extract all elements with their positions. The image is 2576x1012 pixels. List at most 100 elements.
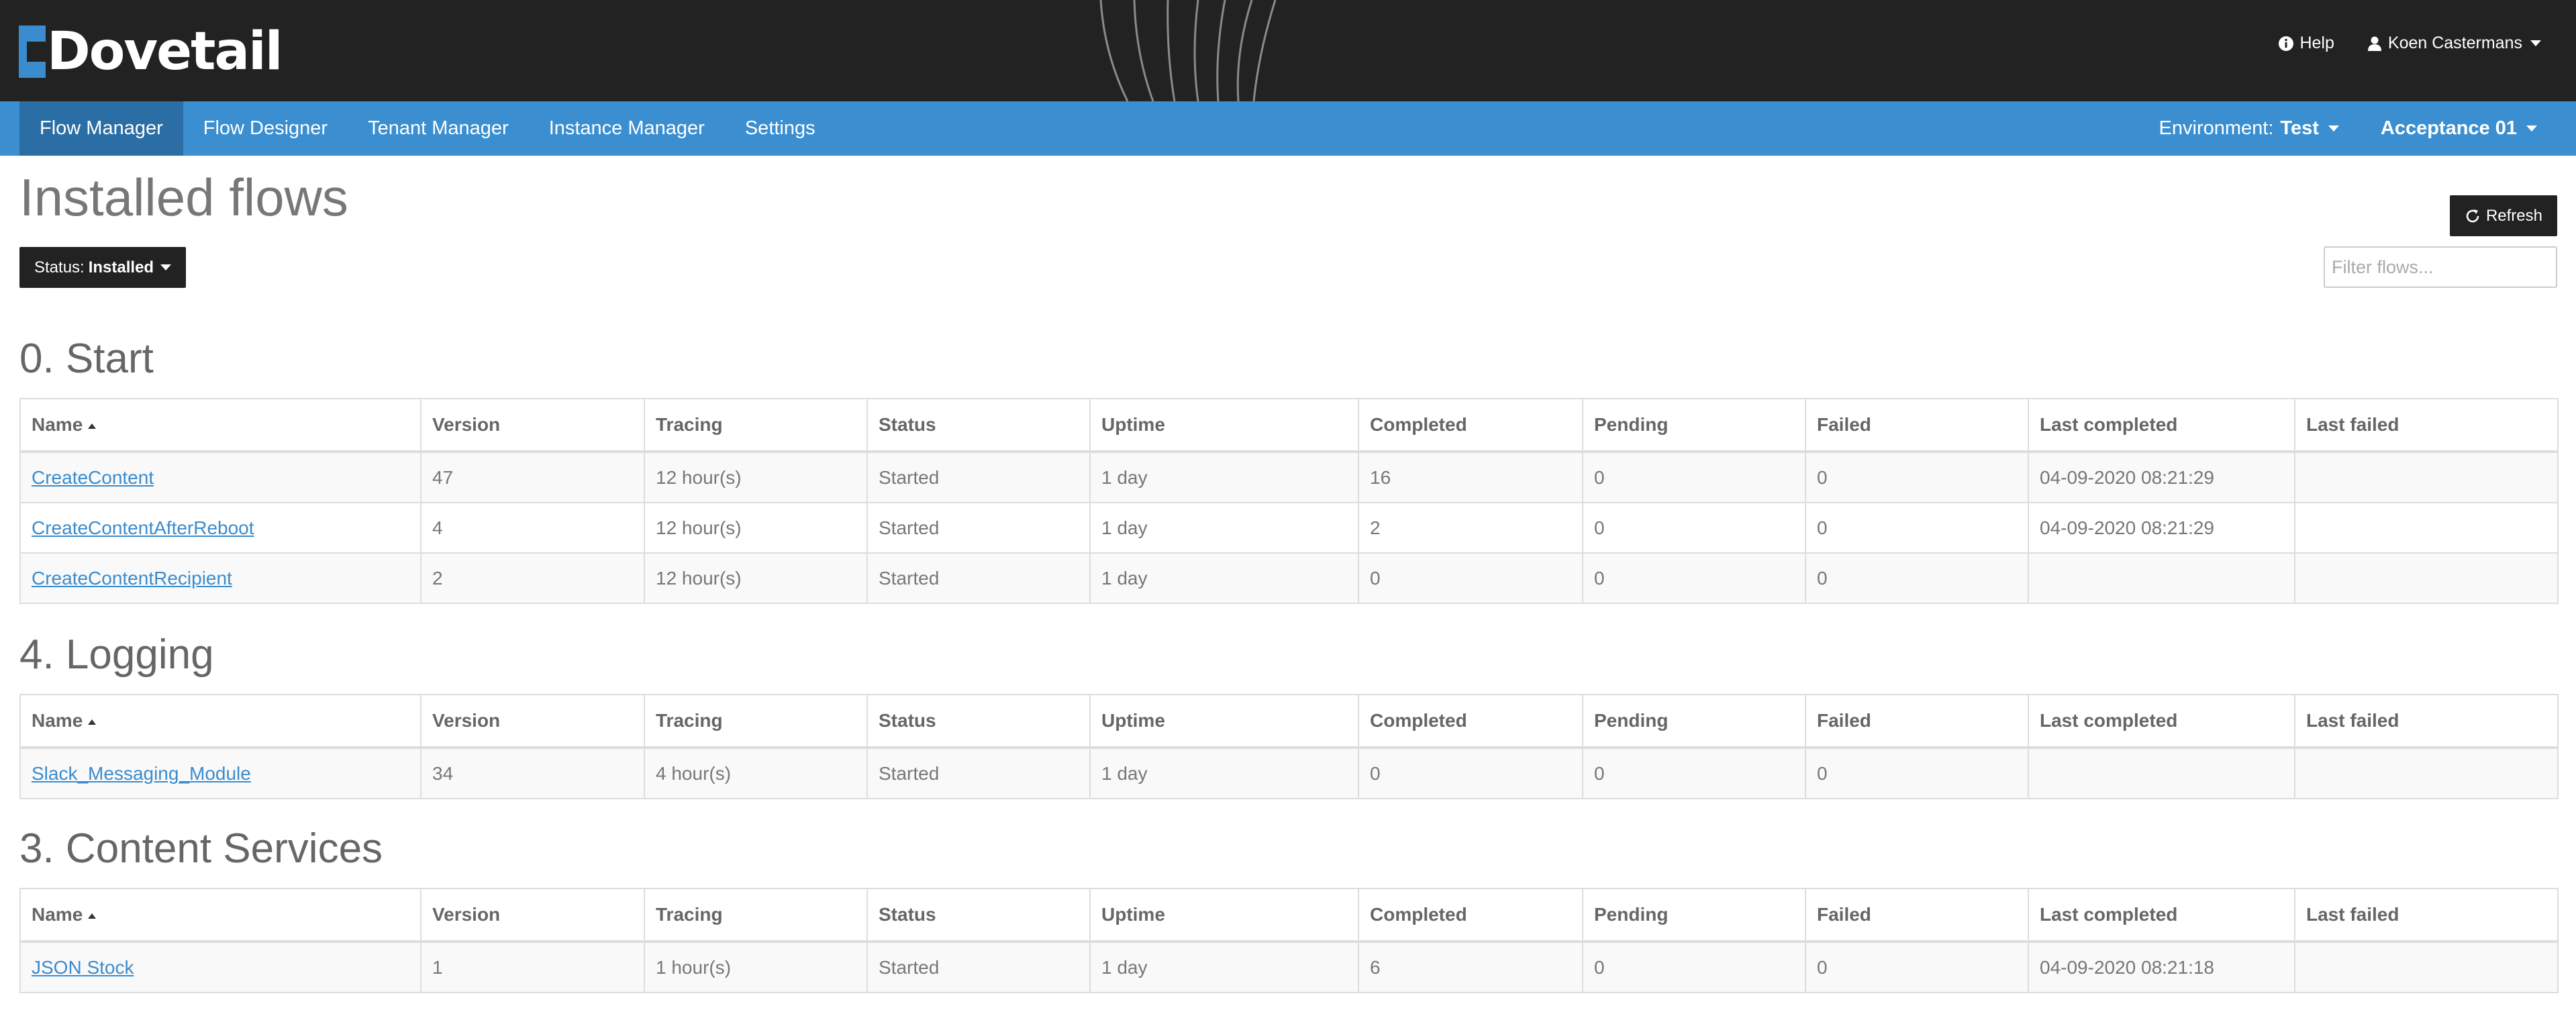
- column-header-last-failed[interactable]: Last failed: [2294, 888, 2559, 943]
- version-cell: 2: [420, 552, 645, 604]
- user-menu[interactable]: Koen Castermans: [2367, 34, 2541, 53]
- version-cell: 1: [420, 941, 645, 993]
- column-header-failed[interactable]: Failed: [1805, 694, 2029, 749]
- column-header-last-completed[interactable]: Last completed: [2028, 888, 2295, 943]
- tracing-cell: 1 hour(s): [644, 941, 868, 993]
- failed-cell: 0: [1805, 941, 2029, 993]
- nav-right: Environment: Test Acceptance 01: [2159, 101, 2537, 156]
- column-header-tracing[interactable]: Tracing: [644, 398, 868, 453]
- column-header-pending[interactable]: Pending: [1582, 694, 1806, 749]
- refresh-icon: [2466, 209, 2479, 222]
- column-header-uptime[interactable]: Uptime: [1089, 694, 1359, 749]
- help-link[interactable]: Help: [2278, 34, 2334, 53]
- section-title: 0. Start: [19, 336, 154, 382]
- column-header-name[interactable]: Name: [19, 694, 422, 749]
- tracing-cell: 12 hour(s): [644, 502, 868, 554]
- top-header: Dovetail Help Koen Castermans: [0, 0, 2576, 101]
- section-title: 3. Content Services: [19, 825, 383, 872]
- column-header-completed[interactable]: Completed: [1358, 694, 1583, 749]
- column-header-failed[interactable]: Failed: [1805, 398, 2029, 453]
- table-row: CreateContent 47 12 hour(s) Started 1 da…: [19, 451, 2559, 503]
- last-completed-cell: 04-09-2020 08:21:29: [2028, 502, 2295, 554]
- tracing-cell: 12 hour(s): [644, 552, 868, 604]
- instance-value: Acceptance 01: [2380, 117, 2517, 139]
- flows-table: Name Version Tracing Status Uptime Compl…: [19, 398, 2559, 604]
- last-failed-cell: [2294, 747, 2559, 799]
- status-cell: Started: [866, 552, 1091, 604]
- chevron-down-icon: [2526, 125, 2537, 132]
- uptime-cell: 1 day: [1089, 451, 1359, 503]
- table-row: JSON Stock 1 1 hour(s) Started 1 day 6 0…: [19, 941, 2559, 993]
- column-header-completed[interactable]: Completed: [1358, 888, 1583, 943]
- column-header-failed[interactable]: Failed: [1805, 888, 2029, 943]
- status-filter-label: Status:: [34, 258, 85, 276]
- nav-item-flow-manager[interactable]: Flow Manager: [19, 101, 183, 156]
- column-header-last-completed[interactable]: Last completed: [2028, 694, 2295, 749]
- column-header-version[interactable]: Version: [420, 398, 645, 453]
- flows-table: Name Version Tracing Status Uptime Compl…: [19, 694, 2559, 799]
- column-header-version[interactable]: Version: [420, 888, 645, 943]
- help-label: Help: [2299, 34, 2334, 52]
- environment-value: Test: [2280, 117, 2319, 139]
- section-title: 4. Logging: [19, 631, 214, 678]
- column-header-version[interactable]: Version: [420, 694, 645, 749]
- refresh-button[interactable]: Refresh: [2449, 195, 2557, 236]
- column-header-last-failed[interactable]: Last failed: [2294, 694, 2559, 749]
- table-header-row: Name Version Tracing Status Uptime Compl…: [19, 398, 2559, 453]
- filter-flows-input[interactable]: [2324, 246, 2557, 288]
- column-header-tracing[interactable]: Tracing: [644, 694, 868, 749]
- column-header-uptime[interactable]: Uptime: [1089, 888, 1359, 943]
- main-navbar: Flow Manager Flow Designer Tenant Manage…: [0, 101, 2576, 156]
- flow-link[interactable]: JSON Stock: [32, 957, 134, 978]
- uptime-cell: 1 day: [1089, 552, 1359, 604]
- column-header-pending[interactable]: Pending: [1582, 888, 1806, 943]
- column-header-completed[interactable]: Completed: [1358, 398, 1583, 453]
- column-header-last-failed[interactable]: Last failed: [2294, 398, 2559, 453]
- column-header-pending[interactable]: Pending: [1582, 398, 1806, 453]
- last-failed-cell: [2294, 552, 2559, 604]
- dovetail-logo[interactable]: Dovetail: [19, 24, 283, 79]
- sort-ascending-icon: [88, 423, 97, 429]
- completed-cell: 0: [1358, 747, 1583, 799]
- sort-ascending-icon: [88, 719, 97, 725]
- chevron-down-icon: [160, 264, 172, 270]
- status-filter-button[interactable]: Status: Installed: [19, 247, 187, 288]
- flow-link[interactable]: CreateContent: [32, 467, 154, 488]
- status-cell: Started: [866, 502, 1091, 554]
- pending-cell: 0: [1582, 451, 1806, 503]
- nav-item-instance-manager[interactable]: Instance Manager: [529, 101, 725, 156]
- column-header-name[interactable]: Name: [19, 888, 422, 943]
- nav-item-tenant-manager[interactable]: Tenant Manager: [348, 101, 529, 156]
- page-title: Installed flows: [19, 168, 348, 227]
- table-row: CreateContentAfterReboot 4 12 hour(s) St…: [19, 502, 2559, 554]
- user-icon: [2367, 36, 2381, 51]
- column-header-name[interactable]: Name: [19, 398, 422, 453]
- flow-link[interactable]: CreateContentAfterReboot: [32, 517, 254, 538]
- nav-items: Flow Manager Flow Designer Tenant Manage…: [19, 101, 836, 156]
- last-completed-cell: 04-09-2020 08:21:18: [2028, 941, 2295, 993]
- table-row: CreateContentRecipient 2 12 hour(s) Star…: [19, 552, 2559, 604]
- nav-item-settings[interactable]: Settings: [725, 101, 836, 156]
- flow-link[interactable]: Slack_Messaging_Module: [32, 763, 251, 784]
- pending-cell: 0: [1582, 502, 1806, 554]
- last-completed-cell: 04-09-2020 08:21:29: [2028, 451, 2295, 503]
- column-header-uptime[interactable]: Uptime: [1089, 398, 1359, 453]
- instance-dropdown[interactable]: Acceptance 01: [2381, 117, 2537, 140]
- column-header-status[interactable]: Status: [866, 888, 1091, 943]
- environment-dropdown[interactable]: Environment: Test: [2159, 117, 2339, 140]
- failed-cell: 0: [1805, 747, 2029, 799]
- last-completed-cell: [2028, 747, 2295, 799]
- status-filter-value: Installed: [88, 258, 154, 276]
- column-header-status[interactable]: Status: [866, 398, 1091, 453]
- table-header-row: Name Version Tracing Status Uptime Compl…: [19, 694, 2559, 749]
- environment-label: Environment:: [2159, 117, 2274, 139]
- column-header-last-completed[interactable]: Last completed: [2028, 398, 2295, 453]
- flow-link[interactable]: CreateContentRecipient: [32, 568, 232, 589]
- column-header-tracing[interactable]: Tracing: [644, 888, 868, 943]
- version-cell: 34: [420, 747, 645, 799]
- version-cell: 4: [420, 502, 645, 554]
- nav-item-flow-designer[interactable]: Flow Designer: [183, 101, 348, 156]
- column-header-status[interactable]: Status: [866, 694, 1091, 749]
- uptime-cell: 1 day: [1089, 941, 1359, 993]
- last-failed-cell: [2294, 502, 2559, 554]
